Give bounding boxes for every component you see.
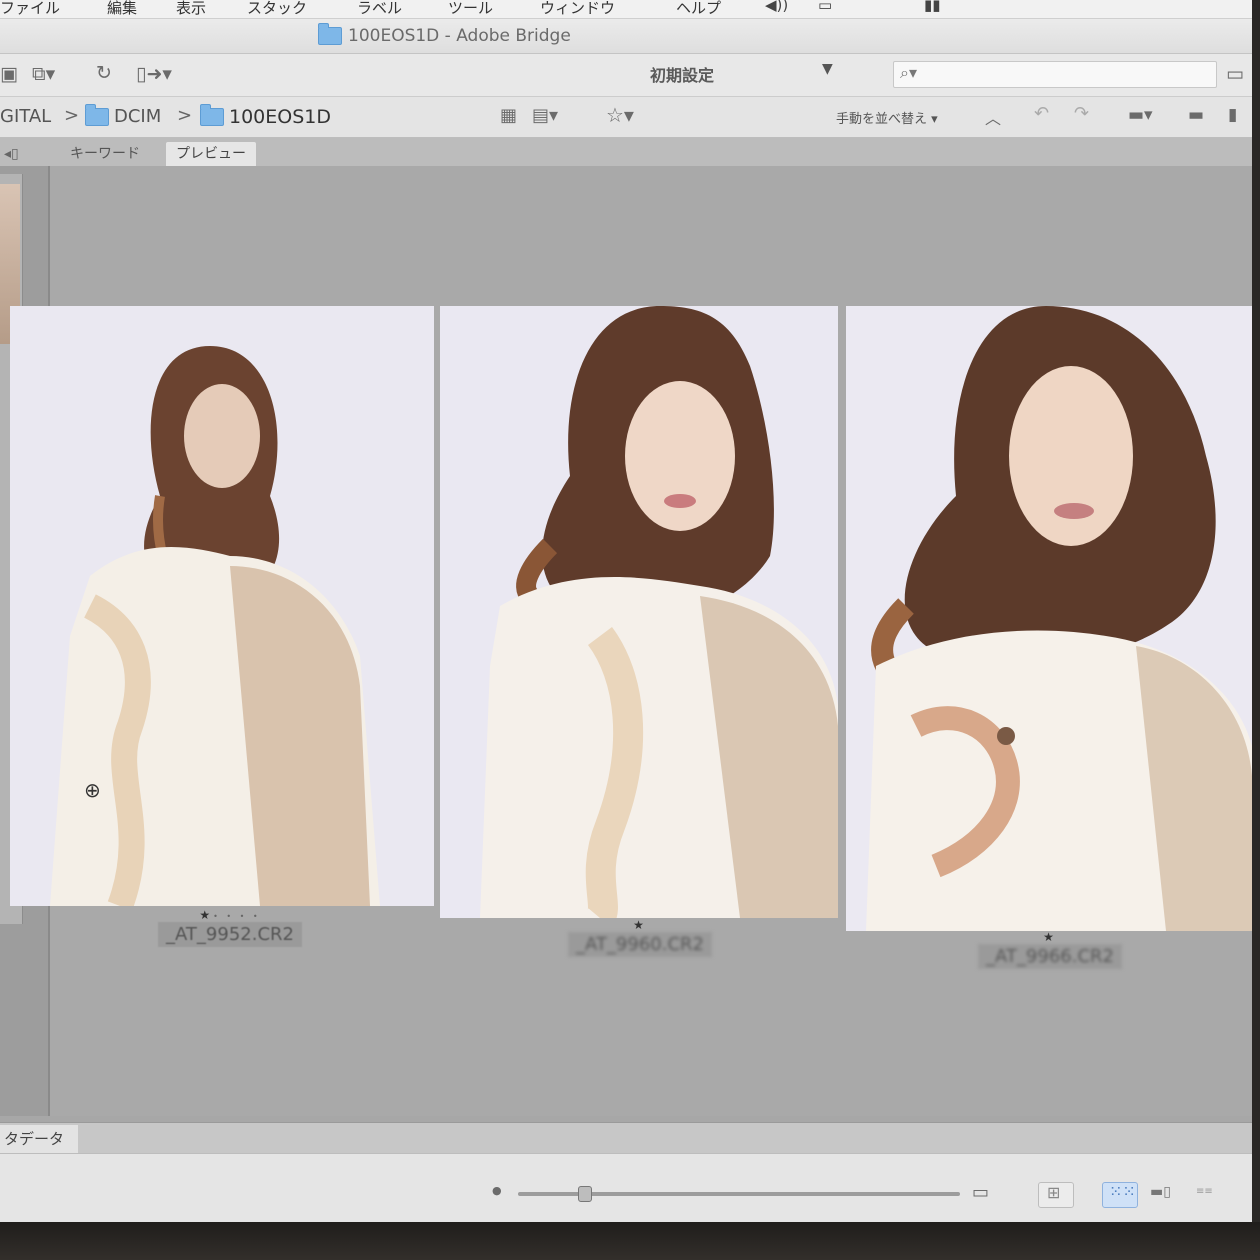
sort-dropdown[interactable]: 手動を並べ替え ▾: [836, 108, 938, 127]
rotate-left-icon[interactable]: ↶: [1034, 103, 1049, 124]
portrait-photo: [440, 306, 838, 918]
rotate-right-icon[interactable]: ↷: [1074, 103, 1089, 124]
search-input[interactable]: [924, 64, 1208, 85]
folder-icon: [85, 103, 109, 126]
thumbnail-size-slider[interactable]: [518, 1186, 960, 1202]
grid-view-icon: ⊞: [1047, 1183, 1061, 1202]
menu-tools[interactable]: ツール: [448, 0, 493, 18]
speaker-icon[interactable]: ◀)): [765, 0, 788, 14]
rotate-icon[interactable]: ↻: [96, 62, 112, 84]
search-field[interactable]: ⌕▾: [893, 61, 1217, 88]
metadata-panel-bar: タデータ: [0, 1122, 1252, 1153]
thumbnail-caption: ★ _AT_9960.CR2: [520, 918, 760, 957]
window-title: 100EOS1D - Adobe Bridge: [318, 23, 571, 46]
menu-window[interactable]: ウィンドウ: [540, 0, 615, 18]
breadcrumb-item[interactable]: 100EOS1D: [200, 104, 332, 128]
tab-preview[interactable]: プレビュー: [166, 142, 256, 166]
thumbnails-view-icon: ⁙⁙: [1109, 1182, 1136, 1201]
workspace-label[interactable]: 初期設定: [650, 62, 714, 86]
display-icon[interactable]: ▭: [818, 0, 832, 14]
tab-keywords[interactable]: キーワード: [60, 142, 150, 166]
search-icon: ⌕▾: [900, 63, 917, 82]
bridge-window: ファイル 編集 表示 スタック ラベル ツール ウィンドウ ヘルプ ◀)) ▭ …: [0, 0, 1252, 1222]
thumbnail-caption: ★• • • • _AT_9952.CR2: [110, 908, 350, 947]
path-bar: GITAL > DCIM > 100EOS1D ▦ ▤▾ ☆▾ 手動を並べ替え …: [0, 97, 1252, 138]
compact-mode-icon[interactable]: ▭: [1226, 63, 1244, 85]
folder-icon: [200, 104, 224, 126]
menu-file[interactable]: ファイル: [0, 0, 60, 18]
title-bar: 100EOS1D - Adobe Bridge: [0, 19, 1252, 54]
thumbnail-large-icon[interactable]: ▭: [972, 1182, 989, 1203]
workspace-dropdown-icon[interactable]: ▼: [822, 61, 833, 77]
file-name[interactable]: _AT_9960.CR2: [568, 932, 712, 957]
preview-image[interactable]: [440, 306, 838, 918]
new-folder-icon[interactable]: ▬: [1188, 105, 1204, 125]
panel-tabs: ◂▯ キーワード プレビュー: [0, 138, 1252, 167]
slider-handle[interactable]: [578, 1186, 593, 1202]
folder-icon: [318, 23, 342, 45]
list-view-icon[interactable]: ≡≡: [1196, 1186, 1213, 1197]
window-title-text: 100EOS1D - Adobe Bridge: [348, 26, 571, 46]
thumbnail-small-icon[interactable]: ●: [492, 1184, 502, 1197]
get-photos-icon[interactable]: ▯➜▾: [136, 63, 172, 85]
tab-metadata[interactable]: タデータ: [0, 1125, 79, 1153]
breadcrumb-item[interactable]: DCIM: [85, 103, 162, 127]
rating-stars[interactable]: ★: [520, 918, 760, 932]
breadcrumb-item[interactable]: GITAL: [0, 106, 51, 127]
delete-icon[interactable]: ▮: [1228, 105, 1237, 125]
main-toolbar: ▣ ⧉▾ ↻ ▯➜▾ 初期設定 ▼ ⌕▾ ▭: [0, 54, 1252, 97]
rating-stars[interactable]: ★: [930, 930, 1170, 944]
breadcrumb-separator: >: [64, 105, 80, 126]
menu-label[interactable]: ラベル: [357, 0, 402, 18]
file-name[interactable]: _AT_9966.CR2: [978, 944, 1122, 969]
copy-icon[interactable]: ⧉▾: [32, 63, 55, 85]
zoom-cursor-icon: ⊕: [84, 778, 101, 802]
monitor-bezel: [0, 1222, 1260, 1260]
file-name[interactable]: _AT_9952.CR2: [158, 922, 302, 947]
boomerang-icon[interactable]: ▣: [0, 63, 18, 85]
star-filter-icon[interactable]: ☆▾: [606, 103, 634, 127]
preview-panel: ⊕ ★• • • • _AT_9952.CR2 ★ _AT_9960.CR2 ★…: [10, 166, 1252, 1116]
view-grid-button[interactable]: ⊞: [1038, 1182, 1074, 1208]
rating-stars[interactable]: ★• • • •: [110, 908, 350, 922]
thumbnail-quality-icon[interactable]: ▦: [500, 105, 517, 126]
details-view-icon[interactable]: ▬▯: [1150, 1184, 1171, 1200]
collapse-panel-icon[interactable]: ◂▯: [0, 142, 26, 166]
open-recent-icon[interactable]: ▬▾: [1128, 105, 1153, 125]
menu-help[interactable]: ヘルプ: [676, 0, 721, 18]
battery-icon: ▮▮: [924, 0, 941, 14]
status-bar: ● ▭ ⊞ ⁙⁙ ▬▯ ≡≡: [0, 1153, 1252, 1222]
breadcrumb-separator: >: [177, 105, 193, 126]
menu-edit[interactable]: 編集: [107, 0, 137, 18]
menu-stack[interactable]: スタック: [247, 0, 307, 18]
menu-view[interactable]: 表示: [176, 0, 206, 18]
menu-bar: ファイル 編集 表示 スタック ラベル ツール ウィンドウ ヘルプ ◀)) ▭ …: [0, 0, 1252, 19]
portrait-photo: [846, 306, 1252, 931]
portrait-photo: [10, 306, 434, 906]
preview-image[interactable]: [846, 306, 1252, 931]
thumbnail-caption: ★ _AT_9966.CR2: [930, 930, 1170, 969]
breadcrumb-label: DCIM: [114, 106, 162, 127]
view-thumbnails-button[interactable]: ⁙⁙: [1102, 1182, 1138, 1208]
sort-ascending-icon[interactable]: ︿: [985, 105, 1001, 129]
breadcrumb-label: 100EOS1D: [229, 106, 332, 128]
review-mode-icon[interactable]: ▤▾: [532, 105, 558, 126]
preview-image[interactable]: [10, 306, 434, 906]
